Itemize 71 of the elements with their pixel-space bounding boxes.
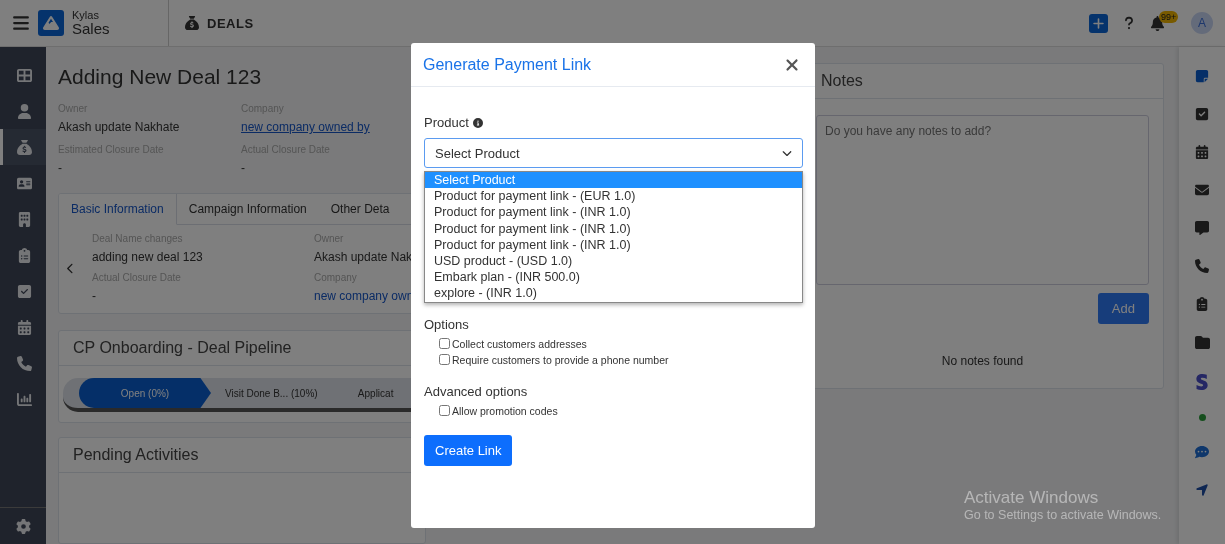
menu-icon[interactable] xyxy=(12,14,30,32)
chat-icon[interactable] xyxy=(1195,221,1209,235)
phone-icon xyxy=(17,355,32,371)
field-value: Akash update Nakhate xyxy=(58,120,181,134)
app-name: Kylas xyxy=(72,8,100,21)
company-link[interactable]: new company owned by xyxy=(241,120,414,134)
logo-icon xyxy=(38,10,64,36)
money-bag-icon xyxy=(17,139,32,155)
module-title: DEALS xyxy=(207,15,254,31)
info-icon xyxy=(472,117,483,128)
field-value: - xyxy=(92,289,97,303)
note-icon[interactable] xyxy=(1195,69,1209,83)
checkbox-icon[interactable] xyxy=(1195,107,1209,121)
product-option[interactable]: Product for payment link - (INR 1.0) xyxy=(425,204,802,221)
checkbox-label: Require customers to provide a phone number xyxy=(452,353,669,366)
field-value: Akash update Nak xyxy=(314,250,414,264)
product-select[interactable]: Select Product xyxy=(424,138,803,168)
product-option[interactable]: Embark plan - (INR 500.0) xyxy=(425,269,802,286)
arrow-icon[interactable] xyxy=(1195,483,1209,497)
field-value: adding new deal 123 xyxy=(92,250,204,264)
checkbox-icon xyxy=(17,283,32,299)
option-checkbox[interactable] xyxy=(439,354,450,366)
calendar-icon xyxy=(17,319,32,335)
activation-subtitle: Go to Settings to activate Windows. xyxy=(964,508,1162,522)
chevron-down-icon xyxy=(782,148,792,158)
product-name: Sales xyxy=(72,20,110,38)
field-value: - xyxy=(241,161,246,175)
options-heading: Options xyxy=(424,316,470,332)
help-icon[interactable] xyxy=(1122,16,1136,30)
phone-icon[interactable] xyxy=(1195,259,1209,273)
checkbox-label: Collect customers addresses xyxy=(452,337,587,350)
pipeline-stage[interactable]: Open (0%) xyxy=(79,378,211,408)
advanced-heading: Advanced options xyxy=(424,383,529,399)
product-label: Product xyxy=(424,115,469,130)
notes-field[interactable]: Do you have any notes to add? xyxy=(816,115,1149,285)
checkbox-label: Allow promotion codes xyxy=(452,404,558,417)
person-icon xyxy=(17,103,32,119)
clipboard-icon xyxy=(17,247,32,263)
dialog-title: Generate Payment Link xyxy=(423,55,592,74)
s-logo-icon[interactable] xyxy=(1194,374,1210,390)
money-bag-icon xyxy=(185,16,199,30)
chevron-left-icon[interactable] xyxy=(65,262,76,274)
empty-message: No notes found xyxy=(940,354,1025,368)
product-option[interactable]: Select Product xyxy=(425,172,802,189)
sidebar-item[interactable] xyxy=(0,129,46,165)
product-option[interactable]: explore - (INR 1.0) xyxy=(425,285,802,302)
calendar-icon[interactable] xyxy=(1195,145,1209,159)
option-checkbox[interactable] xyxy=(439,405,450,417)
chat-dots-icon[interactable] xyxy=(1195,445,1209,459)
create-link-button[interactable]: Create Link xyxy=(424,434,513,466)
product-option[interactable]: USD product - (USD 1.0) xyxy=(425,253,802,270)
option-checkbox[interactable] xyxy=(439,338,450,350)
add-button[interactable]: Add xyxy=(1097,293,1149,324)
notification-badge: 99+ xyxy=(1159,10,1179,23)
building-icon xyxy=(17,211,32,227)
contact-card-icon xyxy=(17,175,32,191)
settings-icon[interactable] xyxy=(15,518,31,534)
field-value: - xyxy=(58,161,63,175)
add-icon[interactable] xyxy=(1089,13,1108,33)
activation-title: Activate Windows xyxy=(964,488,1100,508)
bar-chart-icon xyxy=(17,391,32,407)
folder-icon[interactable] xyxy=(1194,335,1210,350)
info-tab[interactable]: Basic Information xyxy=(59,194,177,225)
info-tab[interactable]: Other Deta xyxy=(318,194,402,225)
product-option[interactable]: Product for payment link - (EUR 1.0) xyxy=(425,188,802,205)
info-tab[interactable]: Campaign Information xyxy=(176,194,319,225)
deal-title: Adding New Deal 123 xyxy=(58,65,263,89)
dashboard-icon xyxy=(17,67,32,83)
envelope-icon[interactable] xyxy=(1195,183,1209,197)
clipboard-icon[interactable] xyxy=(1195,297,1209,311)
pipeline-stage[interactable]: Visit Done B... (10%) xyxy=(211,378,332,408)
